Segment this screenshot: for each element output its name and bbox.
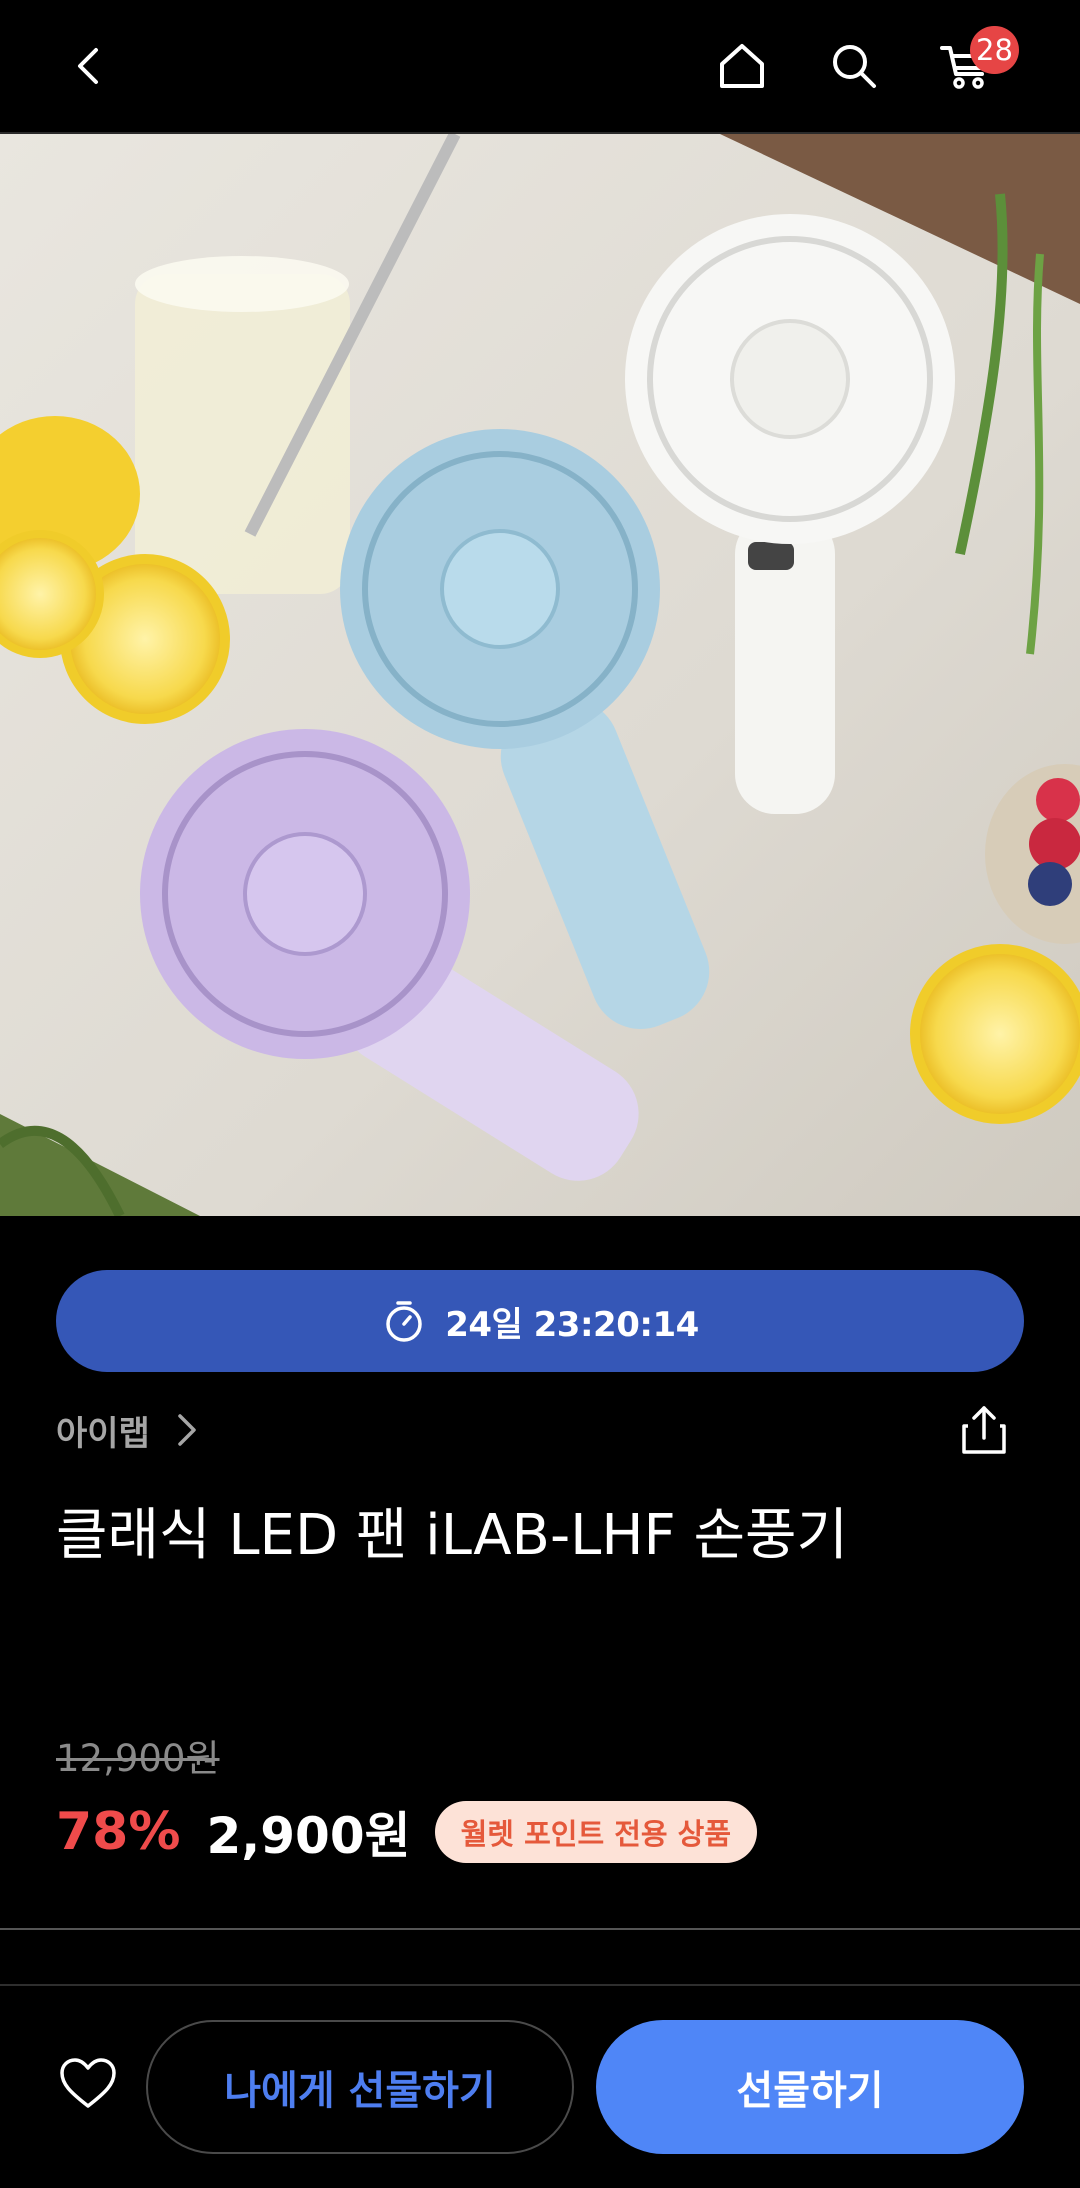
top-bar: 28 — [0, 0, 1080, 134]
discount-rate: 78% — [56, 1802, 181, 1862]
back-button[interactable] — [54, 30, 126, 102]
countdown-text: 24일 23:20:14 — [445, 1304, 699, 1345]
home-button[interactable] — [706, 30, 778, 102]
gift-to-me-button[interactable]: 나에게 선물하기 — [146, 2020, 574, 2154]
search-icon — [833, 45, 876, 88]
share-icon[interactable] — [954, 1400, 1014, 1460]
chevron-left-icon — [78, 48, 98, 84]
brand-row: 아이랩 — [56, 1400, 1024, 1460]
stopwatch-icon — [386, 1301, 422, 1342]
original-price: 12,900원 — [56, 1737, 220, 1780]
bottom-action-bar: 나에게 선물하기 선물하기 — [0, 1986, 1080, 2188]
home-icon — [720, 44, 764, 88]
deal-countdown-bar: 24일 23:20:14 — [56, 1270, 1024, 1372]
chevron-right-icon[interactable] — [172, 1410, 202, 1450]
search-button[interactable] — [818, 30, 890, 102]
product-photo — [0, 134, 1080, 1216]
cart-count-badge: 28 — [970, 26, 1019, 74]
section-divider — [0, 1928, 1080, 1930]
gift-button[interactable]: 선물하기 — [596, 2020, 1024, 2154]
heart-icon[interactable] — [56, 2052, 120, 2116]
product-image[interactable] — [0, 134, 1080, 1216]
sale-price: 2,900원 — [206, 1807, 411, 1865]
price-row: 78% 2,900원 월렛 포인트 전용 상품 — [56, 1796, 758, 1868]
wallet-point-badge: 월렛 포인트 전용 상품 — [434, 1801, 758, 1863]
product-title: 클래식 LED 팬 iLAB-LHF 손풍기 — [56, 1503, 849, 1568]
brand-link[interactable]: 아이랩 — [56, 1406, 150, 1455]
